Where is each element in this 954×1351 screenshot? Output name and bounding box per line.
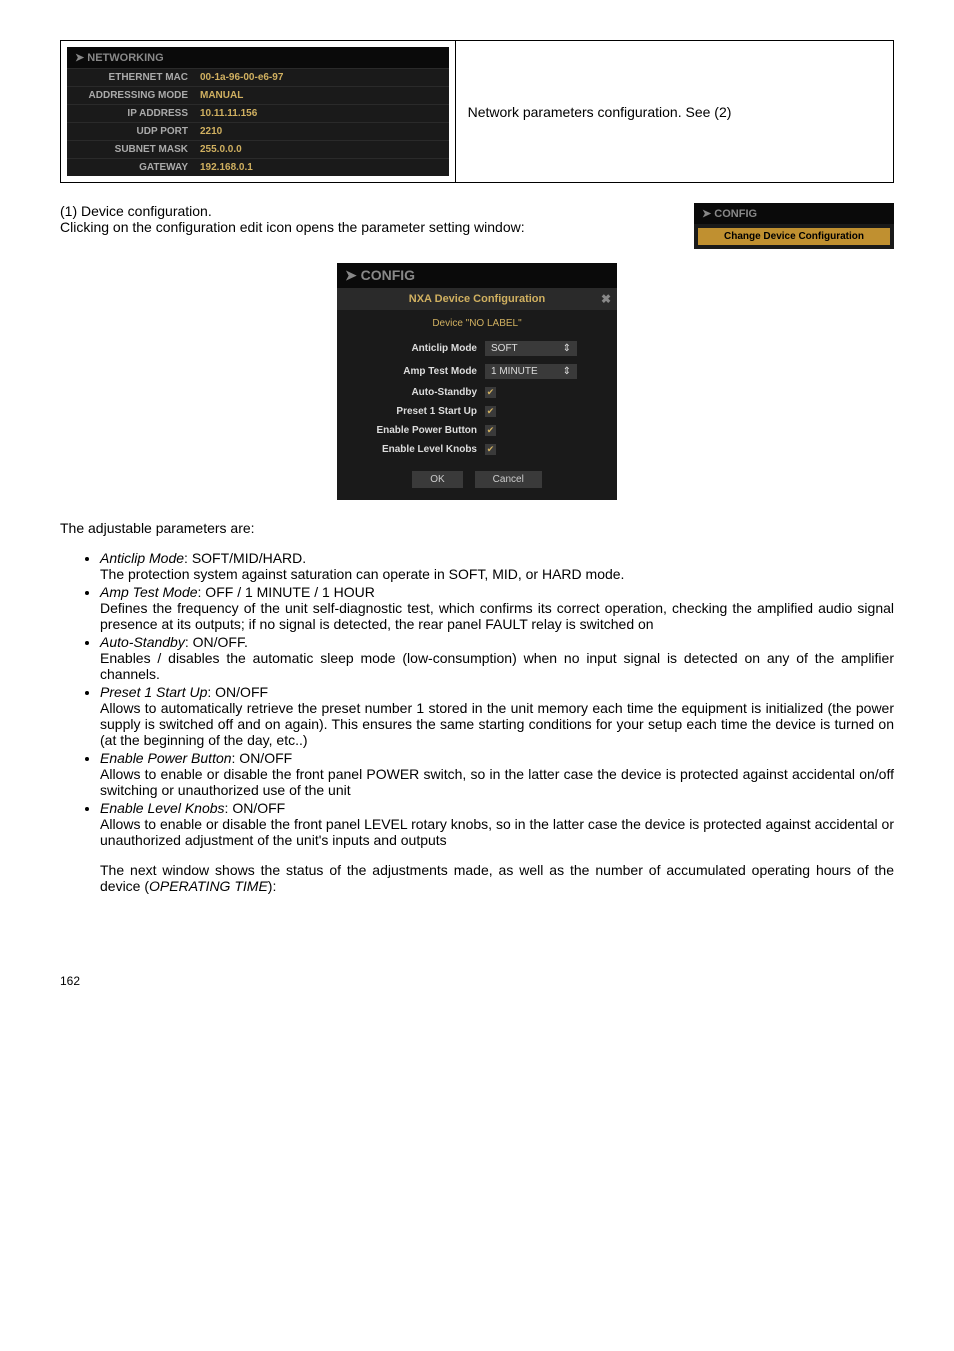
bullet-line: Enables / disables the automatic sleep m… bbox=[100, 650, 894, 682]
network-params-text: Network parameters configuration. See (2… bbox=[468, 104, 732, 120]
networking-row-label: UDP PORT bbox=[67, 123, 194, 140]
bullet-line: Allows to enable or disable the front pa… bbox=[100, 766, 894, 798]
ok-button[interactable]: OK bbox=[412, 471, 462, 488]
networking-row-label: SUBNET MASK bbox=[67, 141, 194, 158]
dialog-header-text: CONFIG bbox=[361, 267, 415, 283]
bullet-after-title: : ON/OFF bbox=[207, 684, 268, 700]
arrow-icon: ➤ bbox=[75, 52, 87, 64]
config-small-panel: ➤ CONFIG Change Device Configuration bbox=[694, 203, 894, 249]
bullet-after-title: : SOFT/MID/HARD. bbox=[184, 550, 306, 566]
bullet-title: Enable Level Knobs bbox=[100, 800, 225, 816]
networking-row: ETHERNET MAC00-1a-96-00-e6-97 bbox=[67, 68, 449, 86]
dialog-wrap: ➤ CONFIG NXA Device Configuration ✖ Devi… bbox=[60, 263, 894, 500]
dialog-row-label: Anticlip Mode bbox=[347, 343, 485, 354]
arrow-icon: ➤ bbox=[345, 267, 361, 283]
bullet-after-title: : OFF / 1 MINUTE / 1 HOUR bbox=[198, 584, 375, 600]
page-number: 162 bbox=[60, 974, 894, 988]
params-intro: The adjustable parameters are: bbox=[60, 520, 894, 536]
dialog-row-label: Enable Level Knobs bbox=[347, 444, 485, 455]
dialog-row-label: Amp Test Mode bbox=[347, 366, 485, 377]
dialog-select[interactable]: SOFT⇕ bbox=[485, 341, 577, 356]
networking-row: IP ADDRESS10.11.11.156 bbox=[67, 104, 449, 122]
dialog-checkbox[interactable]: ✔ bbox=[485, 444, 496, 455]
networking-row-value: 00-1a-96-00-e6-97 bbox=[194, 69, 289, 86]
networking-row-value: MANUAL bbox=[194, 87, 249, 104]
closing-em: OPERATING TIME bbox=[149, 878, 268, 894]
bullet-item: Anticlip Mode: SOFT/MID/HARD.The protect… bbox=[100, 550, 894, 582]
bullet-item: Enable Level Knobs: ON/OFFAllows to enab… bbox=[100, 800, 894, 848]
dialog-checkbox[interactable]: ✔ bbox=[485, 387, 496, 398]
chevron-updown-icon: ⇕ bbox=[563, 366, 571, 377]
bullet-item: Enable Power Button: ON/OFFAllows to ena… bbox=[100, 750, 894, 798]
section-1-text: (1) Device configuration. Clicking on th… bbox=[60, 203, 678, 235]
dialog-row-label: Preset 1 Start Up bbox=[347, 406, 485, 417]
dialog-row: Anticlip ModeSOFT⇕ bbox=[337, 337, 617, 360]
networking-row: GATEWAY192.168.0.1 bbox=[67, 158, 449, 176]
change-device-config-button[interactable]: Change Device Configuration bbox=[698, 228, 890, 245]
dialog-button-row: OK Cancel bbox=[337, 459, 617, 500]
bullet-item: Auto-Standby: ON/OFF.Enables / disables … bbox=[100, 634, 894, 682]
arrow-icon: ➤ bbox=[702, 208, 714, 220]
networking-row: ADDRESSING MODEMANUAL bbox=[67, 86, 449, 104]
bullet-line: Allows to automatically retrieve the pre… bbox=[100, 700, 894, 748]
dialog-title-text: NXA Device Configuration bbox=[409, 293, 546, 305]
bullet-title: Amp Test Mode bbox=[100, 584, 198, 600]
bullet-line: Defines the frequency of the unit self-d… bbox=[100, 600, 894, 632]
bullet-title: Auto-Standby bbox=[100, 634, 185, 650]
bullet-item: Preset 1 Start Up: ON/OFFAllows to autom… bbox=[100, 684, 894, 748]
chevron-updown-icon: ⇕ bbox=[563, 343, 571, 354]
bullet-title: Anticlip Mode bbox=[100, 550, 184, 566]
dialog-row: Enable Level Knobs✔ bbox=[337, 440, 617, 459]
dialog-subtitle: Device "NO LABEL" bbox=[337, 310, 617, 337]
config-small-header: ➤ CONFIG bbox=[694, 203, 894, 224]
networking-row-value: 255.0.0.0 bbox=[194, 141, 248, 158]
dialog-row-label: Enable Power Button bbox=[347, 425, 485, 436]
bullet-title: Enable Power Button bbox=[100, 750, 232, 766]
cancel-button[interactable]: Cancel bbox=[475, 471, 542, 488]
networking-row-label: ADDRESSING MODE bbox=[67, 87, 194, 104]
networking-panel: ➤ NETWORKING ETHERNET MAC00-1a-96-00-e6-… bbox=[67, 47, 449, 176]
nxa-config-dialog: ➤ CONFIG NXA Device Configuration ✖ Devi… bbox=[337, 263, 617, 500]
device-config-heading: (1) Device configuration. bbox=[60, 203, 212, 219]
dialog-select[interactable]: 1 MINUTE⇕ bbox=[485, 364, 577, 379]
bullet-after-title: : ON/OFF bbox=[225, 800, 286, 816]
bullet-line: Allows to enable or disable the front pa… bbox=[100, 816, 894, 848]
dialog-panel-header: ➤ CONFIG bbox=[337, 263, 617, 288]
networking-row: UDP PORT2210 bbox=[67, 122, 449, 140]
close-icon[interactable]: ✖ bbox=[601, 292, 611, 306]
dialog-row: Amp Test Mode1 MINUTE⇕ bbox=[337, 360, 617, 383]
bullet-after-title: : ON/OFF. bbox=[185, 634, 248, 650]
config-small-header-text: CONFIG bbox=[714, 208, 757, 220]
dialog-checkbox[interactable]: ✔ bbox=[485, 406, 496, 417]
top-right-cell: Network parameters configuration. See (2… bbox=[456, 41, 893, 182]
networking-panel-cell: ➤ NETWORKING ETHERNET MAC00-1a-96-00-e6-… bbox=[61, 41, 456, 182]
closing-paragraph: The next window shows the status of the … bbox=[100, 862, 894, 894]
bullet-item: Amp Test Mode: OFF / 1 MINUTE / 1 HOURDe… bbox=[100, 584, 894, 632]
parameter-bullets: Anticlip Mode: SOFT/MID/HARD.The protect… bbox=[60, 550, 894, 848]
dialog-row: Enable Power Button✔ bbox=[337, 421, 617, 440]
networking-row-label: ETHERNET MAC bbox=[67, 69, 194, 86]
networking-row-value: 10.11.11.156 bbox=[194, 105, 263, 122]
dialog-row: Auto-Standby✔ bbox=[337, 383, 617, 402]
bullet-title: Preset 1 Start Up bbox=[100, 684, 207, 700]
bullet-line: The protection system against saturation… bbox=[100, 566, 624, 582]
networking-row-value: 2210 bbox=[194, 123, 228, 140]
networking-row-label: GATEWAY bbox=[67, 159, 194, 176]
closing-post: ): bbox=[268, 878, 277, 894]
networking-header-text: NETWORKING bbox=[87, 52, 163, 64]
dialog-row-label: Auto-Standby bbox=[347, 387, 485, 398]
dialog-row: Preset 1 Start Up✔ bbox=[337, 402, 617, 421]
section-device-config: (1) Device configuration. Clicking on th… bbox=[60, 203, 894, 249]
networking-row-value: 192.168.0.1 bbox=[194, 159, 259, 176]
dialog-title-bar: NXA Device Configuration ✖ bbox=[337, 288, 617, 310]
networking-header: ➤ NETWORKING bbox=[67, 47, 449, 68]
networking-row: SUBNET MASK255.0.0.0 bbox=[67, 140, 449, 158]
networking-row-label: IP ADDRESS bbox=[67, 105, 194, 122]
bullet-after-title: : ON/OFF bbox=[232, 750, 293, 766]
top-info-table: ➤ NETWORKING ETHERNET MAC00-1a-96-00-e6-… bbox=[60, 40, 894, 183]
device-config-desc: Clicking on the configuration edit icon … bbox=[60, 219, 525, 235]
dialog-checkbox[interactable]: ✔ bbox=[485, 425, 496, 436]
